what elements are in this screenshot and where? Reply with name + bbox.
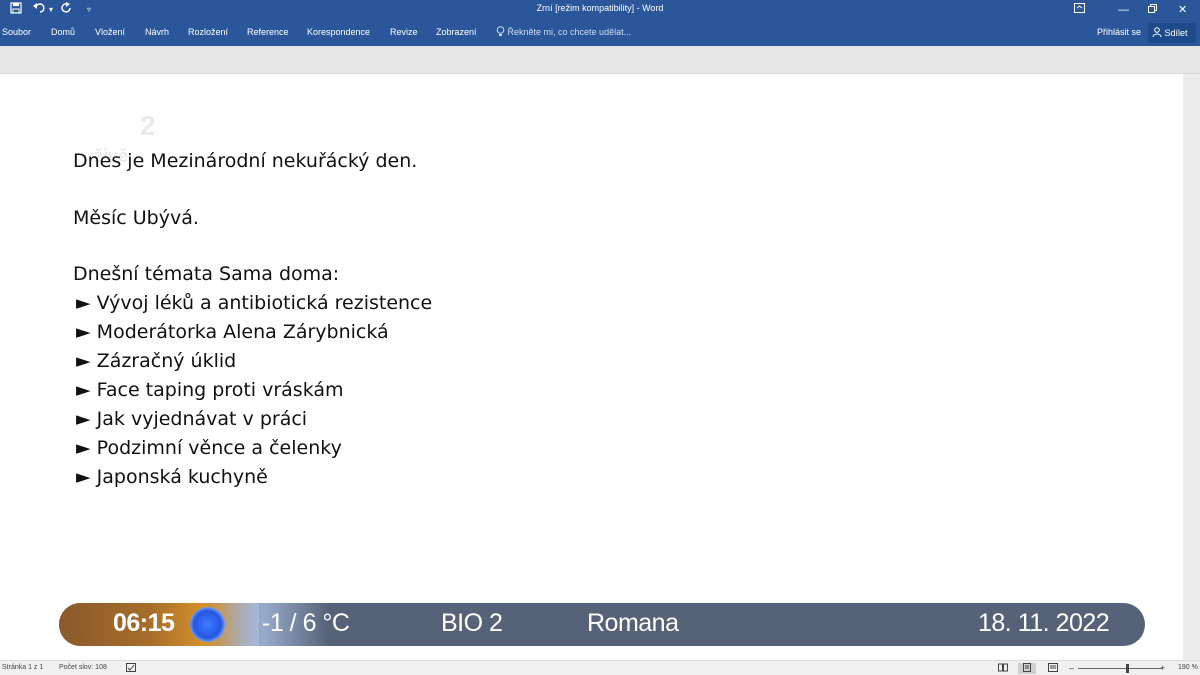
share-label: Sdílet: [1164, 28, 1188, 38]
list-item-text: Vývoj léků a antibiotická rezistence: [96, 292, 433, 314]
lightbulb-icon: [496, 26, 508, 37]
word-count[interactable]: Počet slov: 108: [59, 664, 107, 671]
list-item: ► Podzimní věnce a čelenky: [76, 437, 342, 459]
zoom-slider-thumb[interactable]: [1126, 664, 1129, 673]
list-item-text: Zázračný úklid: [96, 350, 237, 372]
bullet-icon: ►: [76, 379, 91, 401]
tab-design[interactable]: Návrh: [145, 27, 169, 37]
bullet-icon: ►: [76, 292, 91, 314]
tell-me-text: Řekněte mi, co chcete udělat...: [507, 27, 632, 37]
bullet-icon: ►: [76, 437, 91, 459]
proofing-icon[interactable]: [126, 663, 136, 674]
ticker-nameday: Romana: [587, 609, 679, 637]
ticker-temperature: -1 / 6 °C: [262, 609, 350, 637]
bullet-icon: ►: [76, 408, 91, 430]
tab-view[interactable]: Zobrazení: [436, 27, 477, 37]
minimize-icon[interactable]: —: [1118, 2, 1129, 18]
status-bar: Stránka 1 z 1 Počet slov: 108 – + 190 %: [0, 660, 1200, 675]
close-icon[interactable]: ✕: [1178, 2, 1187, 18]
tab-mailings[interactable]: Korespondence: [307, 27, 370, 37]
zoom-out-icon[interactable]: –: [1069, 663, 1074, 673]
share-button[interactable]: Sdílet: [1148, 23, 1196, 43]
restore-icon[interactable]: [1148, 2, 1157, 18]
list-item: ► Vývoj léků a antibiotická rezistence: [76, 292, 432, 314]
list-item-text: Face taping proti vráskám: [96, 379, 344, 401]
tab-file[interactable]: Soubor: [2, 27, 31, 37]
list-item: ► Japonská kuchyně: [76, 466, 268, 488]
tell-me-box[interactable]: Řekněte mi, co chcete udělat...: [496, 26, 631, 37]
person-icon: [1152, 27, 1165, 38]
bullet-icon: ►: [76, 350, 91, 372]
ticker-channel: BIO 2: [441, 609, 503, 637]
list-item: ► Moderátorka Alena Zárybnická: [76, 321, 389, 343]
ribbon-display-icon[interactable]: [1074, 2, 1085, 18]
list-item: ► Zázračný úklid: [76, 350, 236, 372]
tv-info-bar: 06:15 -1 / 6 °C BIO 2 Romana 18. 11. 202…: [59, 603, 1145, 646]
weather-icon: [190, 607, 225, 642]
page-count[interactable]: Stránka 1 z 1: [2, 664, 43, 671]
tab-home[interactable]: Domů: [51, 27, 75, 37]
list-item-text: Japonská kuchyně: [96, 466, 268, 488]
doc-line-2: Měsíc Ubývá.: [73, 207, 199, 229]
list-item: ► Jak vyjednávat v práci: [76, 408, 307, 430]
zoom-slider[interactable]: [1078, 668, 1162, 669]
ruler-area: [0, 46, 1200, 74]
list-item-text: Podzimní věnce a čelenky: [96, 437, 342, 459]
tab-insert[interactable]: Vložení: [95, 27, 125, 37]
sign-in-link[interactable]: Přihlásit se: [1097, 27, 1141, 37]
read-mode-icon[interactable]: [998, 663, 1008, 674]
doc-heading: Dnešní témata Sama doma:: [73, 263, 340, 285]
logo-number: 2: [140, 110, 156, 141]
document-page[interactable]: 2 živě Dnes je Mezinárodní nekuřácký den…: [0, 74, 1183, 660]
tab-references[interactable]: Reference: [247, 27, 289, 37]
vertical-scrollbar[interactable]: [1183, 74, 1200, 660]
ticker-time: 06:15: [113, 609, 175, 637]
bullet-icon: ►: [76, 321, 91, 343]
ticker-date: 18. 11. 2022: [978, 609, 1110, 637]
zoom-in-icon[interactable]: +: [1160, 663, 1165, 673]
tab-review[interactable]: Revize: [390, 27, 418, 37]
title-bar: ▾ ▿ Zrní [režim kompatibility] - Word — …: [0, 0, 1200, 20]
zoom-level[interactable]: 190 %: [1178, 664, 1198, 671]
list-item-text: Moderátorka Alena Zárybnická: [96, 321, 389, 343]
tab-layout[interactable]: Rozložení: [188, 27, 228, 37]
window-title: Zrní [režim kompatibility] - Word: [536, 3, 664, 13]
list-item-text: Jak vyjednávat v práci: [96, 408, 308, 430]
doc-line-1: Dnes je Mezinárodní nekuřácký den.: [73, 150, 418, 172]
ribbon-tabs: Soubor Domů Vložení Návrh Rozložení Refe…: [0, 20, 1200, 46]
list-item: ► Face taping proti vráskám: [76, 379, 344, 401]
bullet-icon: ►: [76, 466, 91, 488]
web-layout-icon[interactable]: [1048, 663, 1058, 674]
print-layout-icon[interactable]: [1018, 663, 1036, 674]
